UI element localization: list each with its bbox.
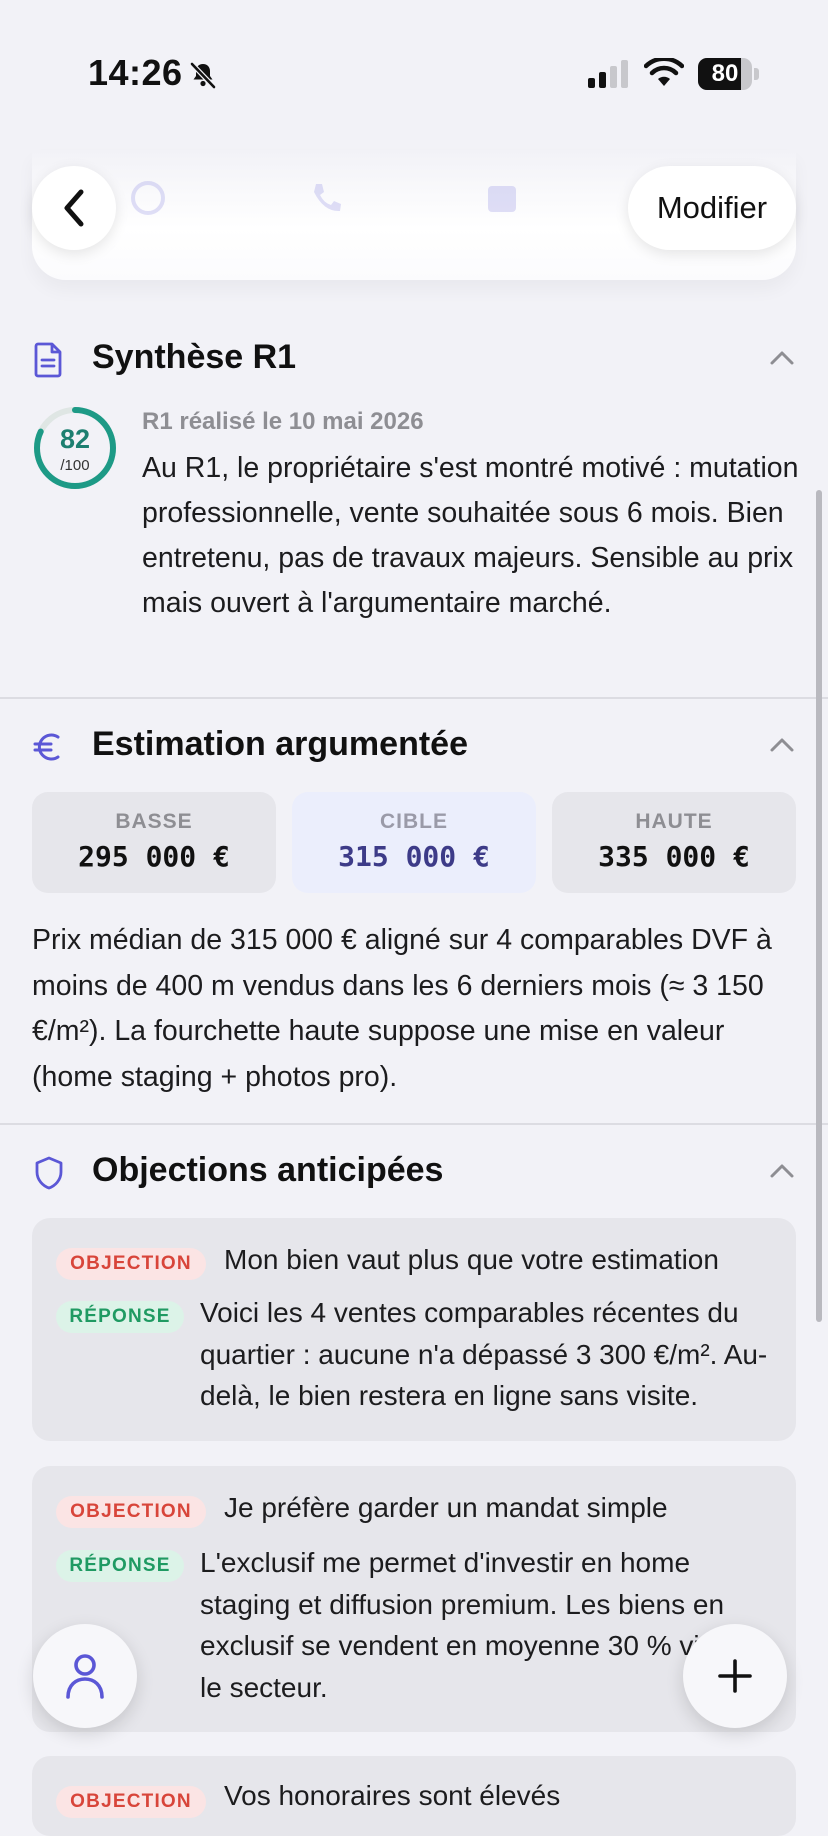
section-title: Objections anticipées	[92, 1151, 444, 1189]
objection-card: OBJECTION Mon bien vaut plus que votre e…	[32, 1218, 796, 1441]
objection-text: Vos honoraires sont élevés	[224, 1780, 561, 1811]
estimate-high-card: HAUTE 335 000 €	[552, 792, 796, 893]
estimate-value: 335 000 €	[598, 840, 750, 873]
shield-icon	[35, 1156, 63, 1190]
objection-badge: OBJECTION	[56, 1496, 206, 1528]
estimate-target-card: CIBLE 315 000 €	[292, 792, 536, 893]
add-button[interactable]	[683, 1624, 787, 1728]
calendar-icon[interactable]	[482, 178, 522, 218]
user-icon	[66, 1654, 104, 1699]
estimation-text: Prix médian de 315 000 € aligné sur 4 co…	[32, 924, 772, 1093]
objection-card: OBJECTION Vos honoraires sont élevés	[32, 1756, 796, 1836]
section-header-objections[interactable]: Objections anticipées	[32, 1147, 796, 1197]
contact-button[interactable]	[33, 1624, 137, 1728]
battery-percentage: 80	[711, 60, 739, 87]
estimate-label: HAUTE	[635, 810, 713, 833]
section-header-synthese[interactable]: Synthèse R1	[32, 334, 796, 384]
response-badge: RÉPONSE	[56, 1301, 184, 1333]
score-value: 82	[59, 424, 91, 454]
wifi-icon	[644, 58, 684, 86]
message-icon[interactable]	[128, 178, 168, 218]
estimate-label: CIBLE	[380, 810, 448, 833]
estimate-low-card: BASSE 295 000 €	[32, 792, 276, 893]
response-badge: RÉPONSE	[56, 1550, 184, 1582]
objection-badge: OBJECTION	[56, 1248, 206, 1280]
divider	[0, 1123, 828, 1125]
estimate-value: 295 000 €	[78, 840, 230, 873]
section-header-estimation[interactable]: Estimation argumentée	[32, 721, 796, 771]
status-bar: 14:26 80	[0, 0, 828, 130]
objection-badge: OBJECTION	[56, 1786, 206, 1818]
objection-text: Mon bien vaut plus que votre estimation	[224, 1244, 719, 1275]
back-button[interactable]	[32, 166, 116, 250]
section-title: Synthèse R1	[92, 338, 297, 376]
section-title: Estimation argumentée	[92, 725, 468, 763]
scrollbar[interactable]	[816, 490, 822, 1322]
plus-icon	[718, 1659, 752, 1693]
chevron-left-icon	[64, 189, 84, 227]
modify-button[interactable]: Modifier	[628, 166, 796, 250]
estimate-value: 315 000 €	[338, 840, 490, 873]
euro-icon	[33, 733, 60, 761]
objection-card: OBJECTION Je préfère garder un mandat si…	[32, 1466, 796, 1732]
divider	[0, 697, 828, 699]
chevron-up-icon[interactable]	[768, 735, 796, 755]
battery-indicator: 80	[698, 58, 760, 90]
cellular-signal-icon	[588, 60, 628, 88]
r1-summary-text: Au R1, le propriétaire s'est montré moti…	[142, 452, 799, 619]
status-time: 14:26	[88, 52, 183, 93]
score-max: /100	[60, 457, 90, 474]
estimate-label: BASSE	[115, 810, 193, 833]
response-text: Voici les 4 ventes comparables récentes …	[200, 1297, 768, 1411]
phone-icon[interactable]	[306, 178, 346, 218]
chevron-up-icon[interactable]	[768, 1161, 796, 1181]
r1-date: R1 réalisé le 10 mai 2026	[142, 408, 424, 435]
bell-muted-icon	[190, 62, 216, 89]
objection-text: Je préfère garder un mandat simple	[224, 1492, 668, 1523]
document-icon	[34, 342, 62, 378]
chevron-up-icon[interactable]	[768, 348, 796, 368]
